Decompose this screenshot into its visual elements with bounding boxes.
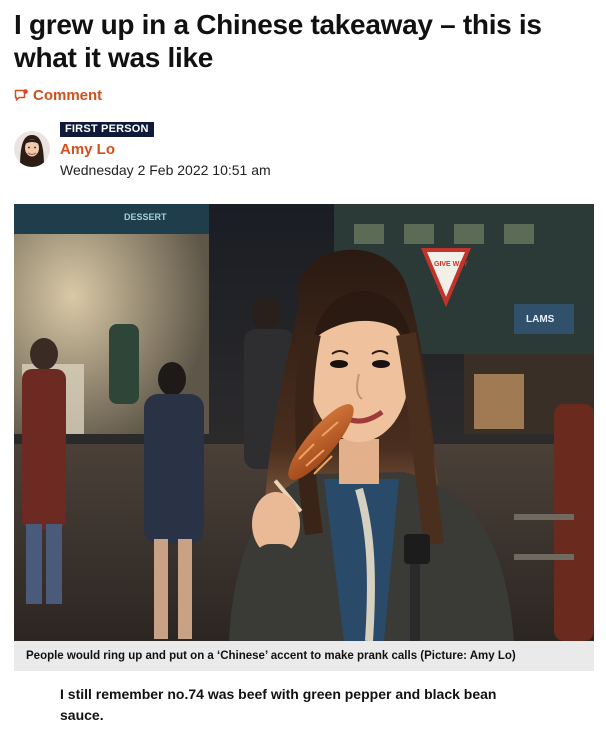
article-photo: DESSERT LAMS GIVE WAY: [14, 204, 594, 641]
author-avatar[interactable]: [14, 131, 50, 167]
author-name-link[interactable]: Amy Lo: [60, 141, 115, 158]
lams-sign-text: LAMS: [526, 314, 555, 325]
publish-date: Wednesday 2 Feb 2022 10:51 am: [60, 162, 271, 178]
category-badge[interactable]: FIRST PERSON: [60, 122, 154, 137]
give-way-sign-text: GIVE WAY: [434, 261, 468, 268]
article-headline: I grew up in a Chinese takeaway – this i…: [14, 9, 542, 73]
article-first-paragraph: I still remember no.74 was beef with gre…: [60, 686, 497, 723]
photo-caption: People would ring up and put on a ‘Chine…: [14, 641, 594, 671]
speech-bubble-icon: [14, 89, 28, 102]
dessert-sign-text: DESSERT: [124, 212, 167, 222]
comment-label[interactable]: Comment: [33, 87, 102, 104]
comment-link[interactable]: Comment: [14, 87, 102, 104]
